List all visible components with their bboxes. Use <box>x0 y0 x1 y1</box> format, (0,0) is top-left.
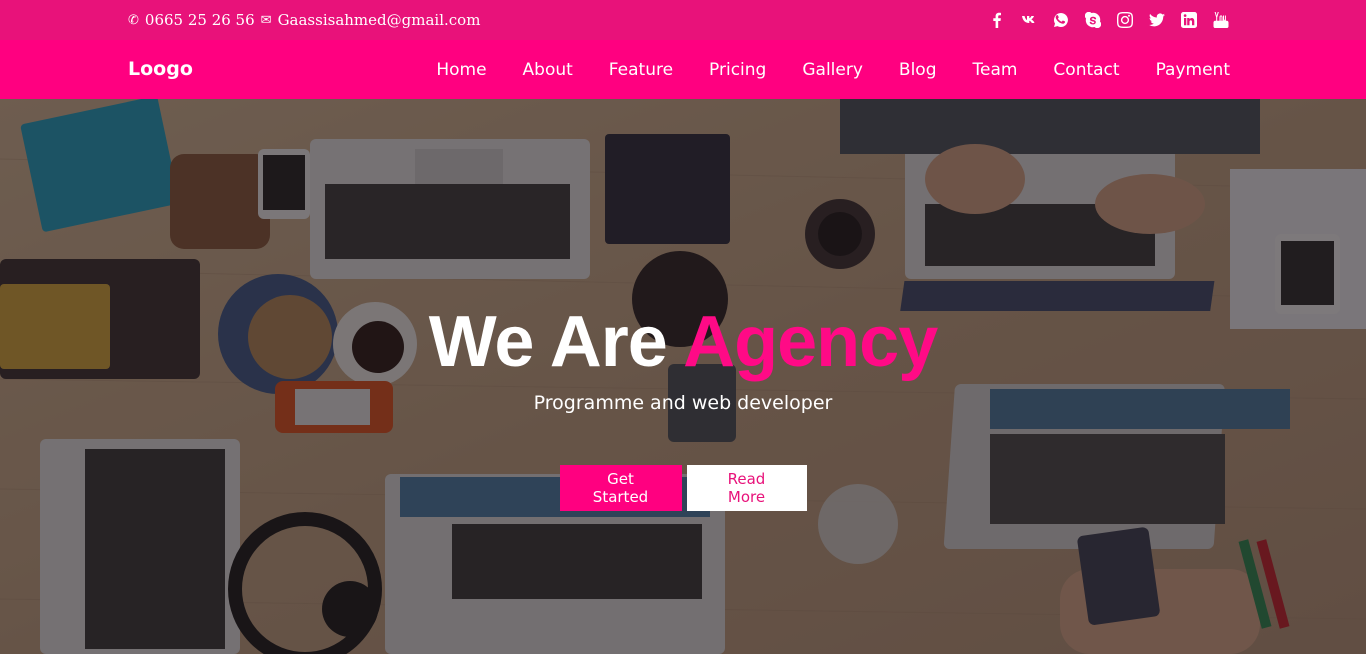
read-more-button[interactable]: Read More <box>686 465 807 511</box>
skype-icon[interactable] <box>1084 11 1102 29</box>
vk-icon[interactable] <box>1020 11 1038 29</box>
social-links <box>988 0 1230 40</box>
hero-subtitle: Programme and web developer <box>533 392 833 414</box>
nav-team[interactable]: Team <box>972 60 1017 80</box>
phone-icon: ✆ <box>128 12 139 28</box>
hero-title-accent: Agency <box>683 302 938 382</box>
nav-payment[interactable]: Payment <box>1156 60 1230 80</box>
phone-number: 0665 25 26 56 <box>144 11 255 29</box>
hero-buttons: Get Started Read More <box>0 465 1366 511</box>
nav-gallery[interactable]: Gallery <box>802 60 863 80</box>
envelope-icon: ✉ <box>260 12 272 28</box>
nav-home[interactable]: Home <box>436 60 486 80</box>
hero-title-main: We Are <box>428 302 684 382</box>
site-logo[interactable]: Loogo <box>128 40 193 99</box>
email-address[interactable]: Gaassisahmed@gmail.com <box>278 11 481 29</box>
get-started-button[interactable]: Get Started <box>559 465 682 511</box>
facebook-icon[interactable] <box>988 11 1006 29</box>
hero-section: We Are Agency Programme and web develope… <box>0 99 1366 654</box>
nav-contact[interactable]: Contact <box>1053 60 1119 80</box>
top-contact-bar: ✆ 0665 25 26 56 ✉ Gaassisahmed@gmail.com <box>0 0 1366 40</box>
twitter-icon[interactable] <box>1148 11 1166 29</box>
nav-about[interactable]: About <box>523 60 573 80</box>
linkedin-icon[interactable] <box>1180 11 1198 29</box>
nav-pricing[interactable]: Pricing <box>709 60 766 80</box>
youtube-icon[interactable] <box>1212 11 1230 29</box>
main-navbar: Loogo Home About Feature Pricing Gallery… <box>0 40 1366 99</box>
whatsapp-icon[interactable] <box>1052 11 1070 29</box>
contact-info: ✆ 0665 25 26 56 ✉ Gaassisahmed@gmail.com <box>128 0 480 40</box>
hero-title: We Are Agency <box>0 302 1366 382</box>
main-nav: Home About Feature Pricing Gallery Blog … <box>436 40 1230 99</box>
instagram-icon[interactable] <box>1116 11 1134 29</box>
nav-feature[interactable]: Feature <box>609 60 673 80</box>
nav-blog[interactable]: Blog <box>899 60 937 80</box>
